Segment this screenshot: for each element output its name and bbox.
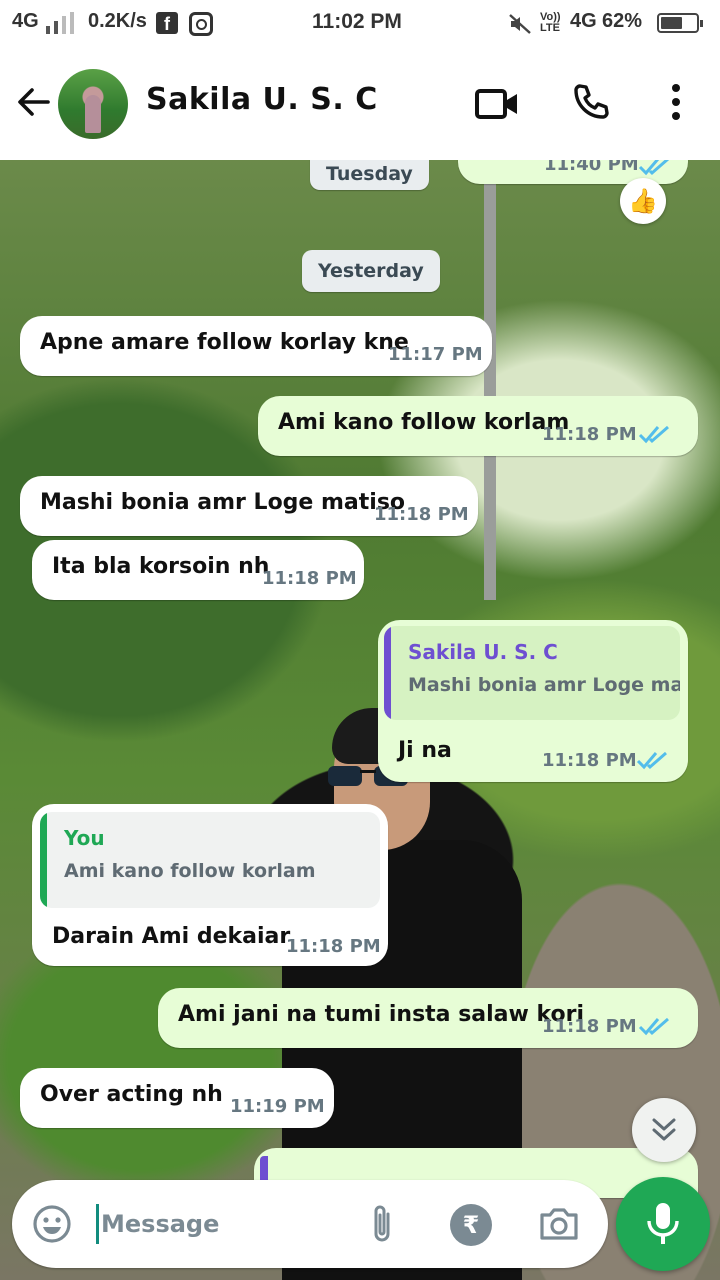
battery-percent: 62% <box>602 10 643 32</box>
clock: 11:02 PM <box>312 10 402 33</box>
message-bubble-incoming[interactable]: Mashi bonia amr Loge matiso 11:18 PM <box>20 476 478 536</box>
voice-record-button[interactable] <box>616 1177 710 1271</box>
message-bubble-incoming-reply[interactable]: You Ami kano follow korlam Darain Ami de… <box>32 804 388 966</box>
message-text: Ami jani na tumi insta salaw kori <box>178 1002 585 1027</box>
message-time: 11:17 PM <box>388 344 483 365</box>
read-receipt-icon <box>638 425 669 444</box>
contact-name[interactable]: Sakila U. S. C <box>146 82 378 117</box>
emoji-icon[interactable] <box>32 1204 72 1244</box>
voice-call-icon[interactable] <box>571 82 611 122</box>
chat-area[interactable]: 11:40 PM Tuesday 👍 Yesterday Apne amare … <box>0 160 720 1280</box>
double-chevron-down-icon <box>652 1118 676 1141</box>
message-text: Apne amare follow korlay kne <box>40 330 409 355</box>
read-receipt-icon <box>638 1017 669 1036</box>
facebook-icon: f <box>156 12 178 34</box>
message-bubble-outgoing[interactable]: Ami kano follow korlam 11:18 PM <box>258 396 698 456</box>
signal-icon <box>46 12 74 34</box>
message-time: 11:18 PM <box>542 424 637 445</box>
status-bar: 4G 0.2K/s f 11:02 PM Vo)) LTE 4G 62% <box>0 0 720 48</box>
message-time: 11:18 PM <box>286 936 381 957</box>
message-bubble-outgoing[interactable]: Ami jani na tumi insta salaw kori 11:18 … <box>158 988 698 1048</box>
message-text: Darain Ami dekaiar <box>52 924 291 949</box>
instagram-icon <box>189 12 213 36</box>
mute-icon <box>509 14 531 34</box>
message-text: Mashi bonia amr Loge matiso <box>40 490 406 515</box>
volte-indicator: Vo)) LTE <box>540 11 561 34</box>
video-call-icon[interactable] <box>474 86 520 122</box>
message-time: 11:18 PM <box>542 750 637 771</box>
message-composer: ₹ <box>12 1180 608 1268</box>
network-type: 4G <box>12 10 39 32</box>
read-receipt-icon <box>638 160 669 176</box>
microphone-icon <box>647 1203 679 1244</box>
quoted-text: Ami kano follow korlam <box>64 860 316 882</box>
date-chip: Yesterday <box>302 250 440 292</box>
overflow-menu-icon[interactable] <box>664 82 688 122</box>
chat-header: Sakila U. S. C <box>0 48 720 160</box>
camera-icon[interactable] <box>538 1206 580 1242</box>
message-input[interactable] <box>96 1204 346 1244</box>
quoted-text: Mashi bonia amr Loge matiso <box>408 674 680 696</box>
quoted-sender: You <box>64 826 105 850</box>
message-time: 11:40 PM <box>544 160 639 175</box>
message-time: 11:18 PM <box>542 1016 637 1037</box>
reaction-emoji[interactable]: 👍 <box>620 178 666 224</box>
network-type-2: 4G <box>570 10 597 32</box>
back-arrow-icon[interactable] <box>16 84 52 120</box>
message-text: Ami kano follow korlam <box>278 410 570 435</box>
attach-icon[interactable] <box>368 1202 396 1246</box>
message-time: 11:18 PM <box>374 504 469 525</box>
quoted-message[interactable]: You Ami kano follow korlam <box>40 812 380 908</box>
payment-rupee-icon[interactable]: ₹ <box>450 1204 492 1246</box>
message-bubble-incoming[interactable]: Over acting nh 11:19 PM <box>20 1068 334 1128</box>
message-text: Ji na <box>398 738 452 763</box>
avatar[interactable] <box>58 69 128 139</box>
message-bubble-incoming[interactable]: Apne amare follow korlay kne 11:17 PM <box>20 316 492 376</box>
quoted-message[interactable]: Sakila U. S. C Mashi bonia amr Loge mati… <box>384 626 680 720</box>
battery-icon <box>657 13 703 33</box>
wallpaper-pole <box>484 180 496 600</box>
message-text: Ita bla korsoin nh <box>52 554 270 579</box>
quoted-sender: Sakila U. S. C <box>408 640 558 664</box>
read-receipt-icon <box>636 751 667 770</box>
date-chip: Tuesday <box>310 160 429 190</box>
message-time: 11:19 PM <box>230 1096 325 1117</box>
message-bubble-incoming[interactable]: Ita bla korsoin nh 11:18 PM <box>32 540 364 600</box>
message-bubble-outgoing-reply[interactable]: Sakila U. S. C Mashi bonia amr Loge mati… <box>378 620 688 782</box>
scroll-to-bottom-button[interactable] <box>632 1098 696 1162</box>
network-speed: 0.2K/s <box>88 10 147 32</box>
message-time: 11:18 PM <box>262 568 357 589</box>
message-text: Over acting nh <box>40 1082 223 1107</box>
